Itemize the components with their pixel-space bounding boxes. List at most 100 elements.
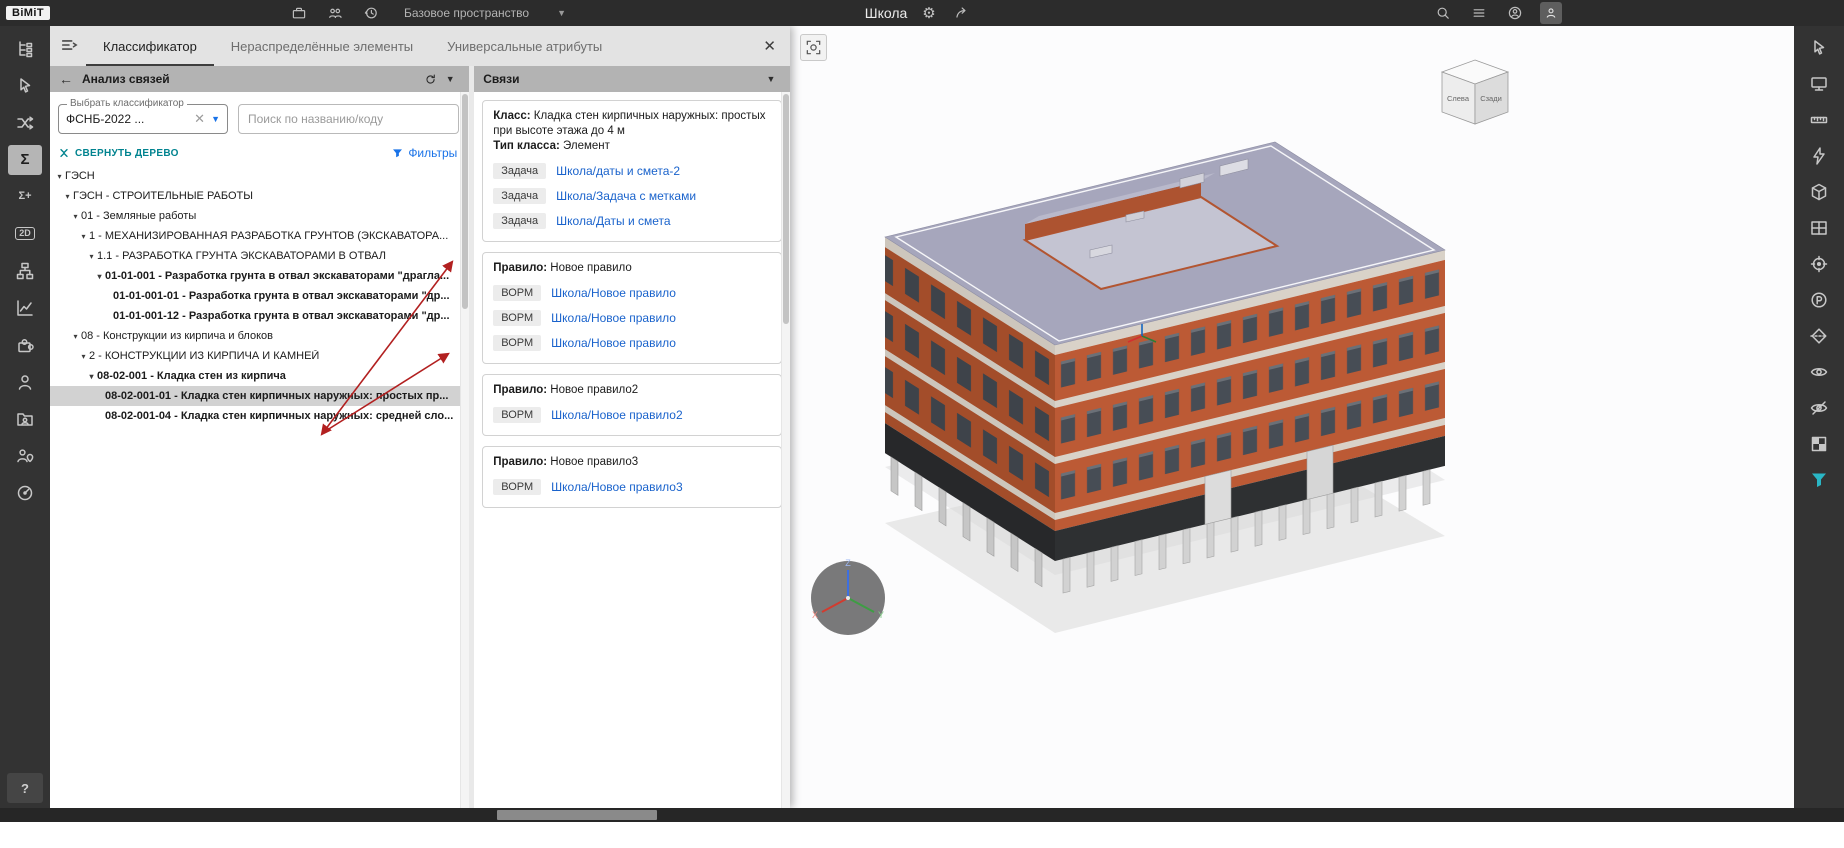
back-arrow-icon[interactable]: ← xyxy=(59,72,73,86)
search-icon[interactable] xyxy=(1432,2,1454,24)
building-model[interactable]: Слева Сзади Z Y X xyxy=(790,26,1794,808)
tree-row[interactable]: ▾ 01-01-001 - Разработка грунта в отвал э… xyxy=(50,266,469,286)
vtool-eye-off[interactable] xyxy=(1797,390,1841,426)
classifier-select[interactable]: Выбрать классификатор ФСНБ-2022 ... ✕ ▼ xyxy=(58,98,228,134)
clear-icon[interactable]: ✕ xyxy=(194,111,205,127)
list-menu-icon[interactable] xyxy=(1468,2,1490,24)
workspace-dropdown[interactable]: Базовое пространство ▼ xyxy=(404,6,566,20)
tree-row[interactable]: ▾ 1 - МЕХАНИЗИРОВАННАЯ РАЗРАБОТКА ГРУНТОВ… xyxy=(50,226,469,246)
classifier-tree: ▾ ГЭСН ▾ ГЭСН - СТРОИТЕЛЬНЫЕ РАБОТЫ ▾ 01 - … xyxy=(50,164,470,808)
vtool-grid[interactable] xyxy=(1797,210,1841,246)
cube-right-label[interactable]: Сзади xyxy=(1480,94,1502,103)
tool-user-location[interactable] xyxy=(3,437,47,474)
tree-expander-icon[interactable]: ▾ xyxy=(70,212,81,221)
tree-row-selected[interactable]: 08-02-001-01 - Кладка стен кирпичных нар… xyxy=(50,386,470,406)
analysis-header: ← Анализ связей ▼ xyxy=(50,66,470,92)
team-icon[interactable] xyxy=(324,2,346,24)
tree-row[interactable]: ▾ 2 - КОНСТРУКЦИИ ИЗ КИРПИЧА И КАМНЕЙ xyxy=(50,346,469,366)
tool-user[interactable] xyxy=(3,363,47,400)
vtool-filter[interactable] xyxy=(1797,462,1841,498)
gear-icon[interactable]: ⚙ xyxy=(922,6,935,21)
tree-row[interactable]: ▾ ГЭСН xyxy=(50,166,469,186)
tree-expander-icon[interactable]: ▾ xyxy=(54,172,65,181)
chevron-down-icon[interactable]: ▼ xyxy=(761,70,781,88)
filters-button[interactable]: Фильтры xyxy=(392,146,457,160)
3d-viewport[interactable]: Слева Сзади Z Y X xyxy=(790,26,1794,808)
orientation-gizmo[interactable]: Z Y X xyxy=(811,558,885,635)
tool-dashboard[interactable] xyxy=(3,474,47,511)
user-profile-button[interactable] xyxy=(1540,2,1562,24)
portfolio-icon[interactable] xyxy=(288,2,310,24)
tree-row[interactable]: 01-01-001-01 - Разработка грунта в отвал… xyxy=(50,286,469,306)
tool-plugins[interactable] xyxy=(3,326,47,363)
tree-row[interactable]: ▾ ГЭСН - СТРОИТЕЛЬНЫЕ РАБОТЫ xyxy=(50,186,469,206)
collapse-tree-button[interactable]: СВЕРНУТЬ ДЕРЕВО xyxy=(58,147,179,159)
tree-row[interactable]: ▾ 08-02-001 - Кладка стен из кирпича xyxy=(50,366,469,386)
link-item[interactable]: Школа/Новое правило xyxy=(551,286,676,300)
vtool-cube[interactable] xyxy=(1797,174,1841,210)
navigation-cube[interactable]: Слева Сзади xyxy=(1440,59,1510,125)
refresh-icon[interactable] xyxy=(420,70,440,88)
tree-row[interactable]: ▾ 01 - Земляные работы xyxy=(50,206,469,226)
tool-chart[interactable] xyxy=(3,289,47,326)
help-button[interactable]: ? xyxy=(7,773,43,803)
history-icon[interactable] xyxy=(360,2,382,24)
tab-unallocated-elements[interactable]: Нераспределённые элементы xyxy=(214,26,430,66)
link-row: ВОРМ Школа/Новое правило xyxy=(493,280,771,305)
vtool-ruler[interactable] xyxy=(1797,102,1841,138)
vtool-clash[interactable] xyxy=(1797,138,1841,174)
tree-expander-icon[interactable]: ▾ xyxy=(86,372,97,381)
share-icon[interactable] xyxy=(951,2,973,24)
close-icon[interactable]: ✕ xyxy=(763,37,776,55)
project-title-group: Школа ⚙ xyxy=(865,2,973,24)
links-scrollbar[interactable] xyxy=(781,92,790,808)
tree-actions: СВЕРНУТЬ ДЕРЕВО Фильтры xyxy=(50,140,469,164)
tree-expander-icon[interactable]: ▾ xyxy=(70,332,81,341)
tool-2d-view[interactable]: 2D xyxy=(3,215,47,252)
panel-menu-icon[interactable] xyxy=(60,36,80,56)
2d-icon: 2D xyxy=(15,227,35,240)
vtool-monitor[interactable] xyxy=(1797,66,1841,102)
tree-row[interactable]: 01-01-001-12 - Разработка грунта в отвал… xyxy=(50,306,469,326)
tree-row[interactable]: 08-02-001-04 - Кладка стен кирпичных нар… xyxy=(50,406,469,426)
tree-expander-icon[interactable]: ▾ xyxy=(78,352,89,361)
tool-relations[interactable] xyxy=(3,104,47,141)
link-item[interactable]: Школа/Новое правило3 xyxy=(551,480,682,494)
tool-sum-add[interactable]: Σ+ xyxy=(3,178,47,215)
vtool-section[interactable] xyxy=(1797,318,1841,354)
vtool-eye[interactable] xyxy=(1797,354,1841,390)
cube-left-label[interactable]: Слева xyxy=(1447,94,1470,103)
tool-scheme[interactable] xyxy=(3,252,47,289)
tree-row[interactable]: ▾ 08 - Конструкции из кирпича и блоков xyxy=(50,326,469,346)
tool-project-folder[interactable] xyxy=(3,400,47,437)
tree-row[interactable]: ▾ 1.1 - РАЗРАБОТКА ГРУНТА ЭКСКАВАТОРАМИ В… xyxy=(50,246,469,266)
tab-universal-attributes[interactable]: Универсальные атрибуты xyxy=(430,26,619,66)
vtool-p-marker[interactable] xyxy=(1797,282,1841,318)
tree-expander-icon[interactable]: ▾ xyxy=(86,252,97,261)
vtool-target[interactable] xyxy=(1797,246,1841,282)
zoom-fit-icon[interactable] xyxy=(800,34,827,61)
chevron-down-icon[interactable]: ▼ xyxy=(211,114,220,124)
tree-expander-icon[interactable]: ▾ xyxy=(62,192,73,201)
tree-scrollbar[interactable] xyxy=(460,92,470,808)
link-item[interactable]: Школа/Новое правило xyxy=(551,336,676,350)
vtool-transparency[interactable] xyxy=(1797,426,1841,462)
link-item[interactable]: Школа/Задача с метками xyxy=(556,189,696,203)
chevron-down-icon[interactable]: ▼ xyxy=(440,70,460,88)
link-item[interactable]: Школа/Новое правило2 xyxy=(551,408,682,422)
link-type-badge: ВОРМ xyxy=(493,406,542,423)
tree-expander-icon[interactable]: ▾ xyxy=(94,272,105,281)
tool-select[interactable] xyxy=(3,67,47,104)
link-item[interactable]: Школа/Новое правило xyxy=(551,311,676,325)
vtool-cursor[interactable] xyxy=(1797,30,1841,66)
link-item[interactable]: Школа/даты и смета-2 xyxy=(556,164,680,178)
tab-classifier[interactable]: Классификатор xyxy=(86,26,214,66)
topbar-right-tools xyxy=(1432,2,1562,24)
tree-expander-icon[interactable]: ▾ xyxy=(78,232,89,241)
tool-sum[interactable]: Σ xyxy=(3,141,47,178)
link-item[interactable]: Школа/Даты и смета xyxy=(556,214,670,228)
account-circle-icon[interactable] xyxy=(1504,2,1526,24)
link-card: Правило: Новое правило ВОРМ Школа/Новое … xyxy=(482,252,782,364)
search-input[interactable] xyxy=(248,112,450,126)
tool-model-structure[interactable] xyxy=(3,30,47,67)
